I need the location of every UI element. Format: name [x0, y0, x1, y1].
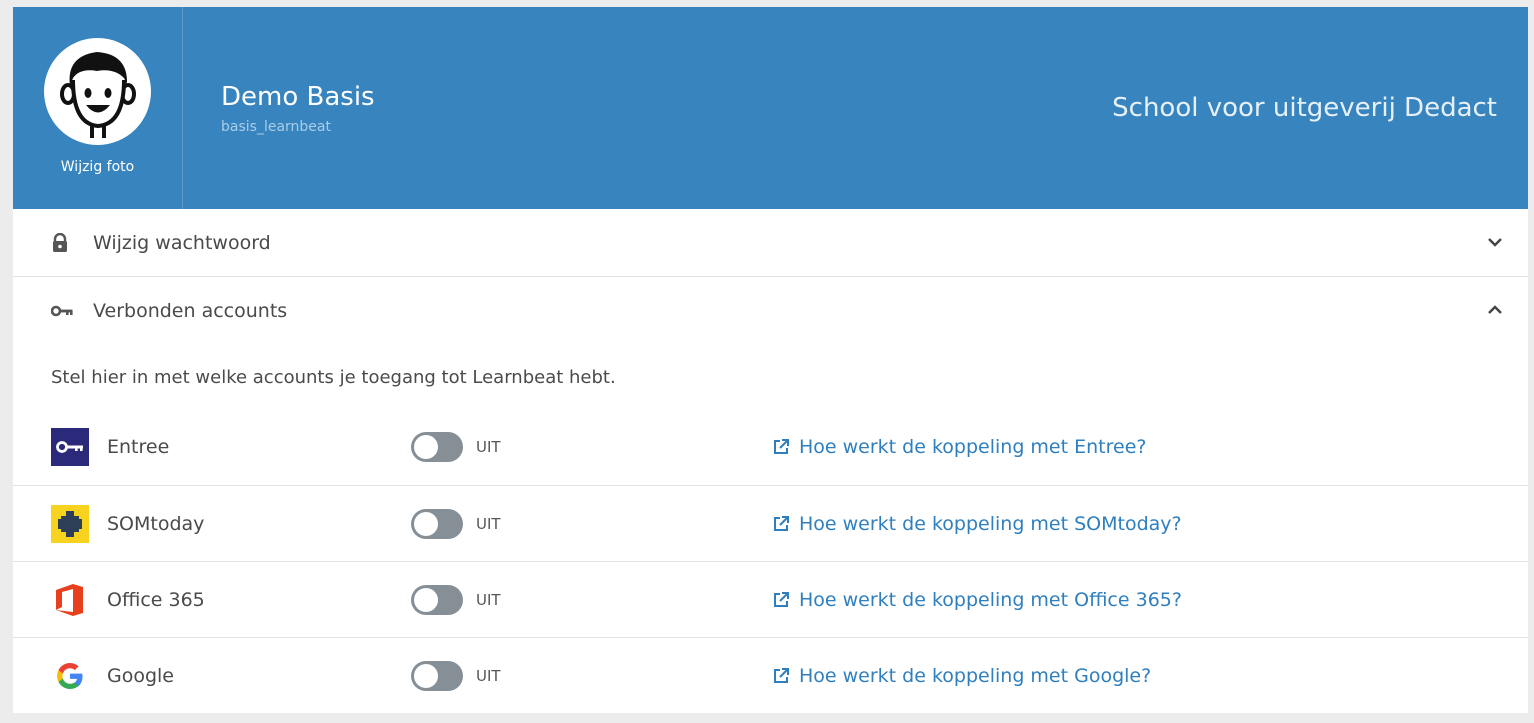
entree-logo-icon: [51, 428, 89, 466]
somtoday-toggle[interactable]: [411, 509, 463, 539]
user-name: Demo Basis: [221, 82, 375, 112]
somtoday-help-link[interactable]: Hoe werkt de koppeling met SOMtoday?: [772, 486, 1182, 562]
account-row-office365: Office 365 UIT Hoe werkt de koppeling me…: [13, 562, 1528, 638]
help-link-text: Hoe werkt de koppeling met SOMtoday?: [799, 513, 1182, 535]
account-name: SOMtoday: [107, 513, 205, 535]
chevron-up-icon[interactable]: [1486, 301, 1504, 319]
toggle-state-label: UIT: [476, 438, 501, 456]
account-row-somtoday: SOMtoday UIT Hoe werkt de koppeling met …: [13, 486, 1528, 562]
office365-logo-icon: [56, 584, 83, 616]
office365-help-link[interactable]: Hoe werkt de koppeling met Office 365?: [772, 562, 1182, 638]
help-link-text: Hoe werkt de koppeling met Entree?: [799, 436, 1147, 458]
google-toggle[interactable]: [411, 661, 463, 691]
account-name: Google: [107, 665, 175, 687]
change-photo-link[interactable]: Wijzig foto: [13, 159, 182, 175]
entree-help-link[interactable]: Hoe werkt de koppeling met Entree?: [772, 409, 1146, 485]
toggle-state-label: UIT: [476, 667, 501, 685]
toggle-state-label: UIT: [476, 591, 501, 609]
profile-header: Wijzig foto Demo Basis basis_learnbeat S…: [13, 7, 1528, 209]
account-row-google: Google UIT Hoe werkt de koppeling met Go…: [13, 638, 1528, 714]
chevron-down-icon[interactable]: [1486, 233, 1504, 251]
toggle-knob: [414, 435, 438, 459]
connected-accounts-section[interactable]: Verbonden accounts: [13, 277, 1528, 345]
toggle-state-label: UIT: [476, 515, 501, 533]
avatar[interactable]: [44, 38, 151, 145]
accounts-intro-text: Stel hier in met welke accounts je toega…: [51, 367, 616, 388]
account-name: Entree: [107, 436, 170, 458]
change-password-section[interactable]: Wijzig wachtwoord: [13, 209, 1528, 277]
office365-toggle[interactable]: [411, 585, 463, 615]
google-logo-icon: [57, 663, 83, 689]
entree-toggle[interactable]: [411, 432, 463, 462]
avatar-column: Wijzig foto: [13, 7, 183, 209]
somtoday-logo-icon: [51, 505, 89, 543]
key-icon: [51, 277, 73, 345]
avatar-cartoon-icon: [60, 52, 136, 138]
lock-icon: [51, 209, 69, 277]
account-row-entree: Entree UIT Hoe werkt de koppeling met En…: [13, 409, 1528, 485]
toggle-knob: [414, 588, 438, 612]
profile-card: Wijzig foto Demo Basis basis_learnbeat S…: [13, 7, 1528, 713]
help-link-text: Hoe werkt de koppeling met Google?: [799, 665, 1152, 687]
username: basis_learnbeat: [221, 119, 331, 135]
external-link-icon: [774, 668, 789, 683]
help-link-text: Hoe werkt de koppeling met Office 365?: [799, 589, 1182, 611]
account-name: Office 365: [107, 589, 205, 611]
external-link-icon: [774, 516, 789, 531]
change-password-label: Wijzig wachtwoord: [93, 232, 271, 254]
connected-accounts-label: Verbonden accounts: [93, 300, 288, 322]
external-link-icon: [774, 439, 789, 454]
external-link-icon: [774, 592, 789, 607]
toggle-knob: [414, 664, 438, 688]
google-help-link[interactable]: Hoe werkt de koppeling met Google?: [772, 638, 1151, 714]
school-name: School voor uitgeverij Dedact: [1112, 93, 1497, 123]
toggle-knob: [414, 512, 438, 536]
